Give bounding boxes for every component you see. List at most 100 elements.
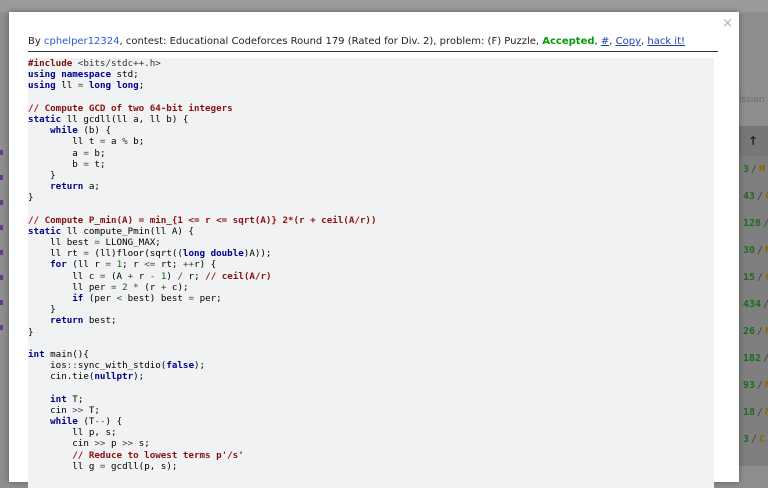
code-token: ll p, s; bbox=[28, 427, 117, 439]
author-link[interactable]: cphelper12324 bbox=[44, 36, 120, 47]
submission-source-modal: × By cphelper12324, contest: Educational… bbox=[9, 12, 739, 488]
code-token: } bbox=[28, 304, 56, 316]
code-token: long double bbox=[182, 248, 244, 260]
background-cell-separator: / bbox=[757, 326, 764, 337]
code-token: < bbox=[116, 292, 128, 304]
code-token: cin bbox=[28, 438, 95, 450]
code-token: b bbox=[28, 158, 84, 170]
close-icon[interactable]: × bbox=[722, 16, 733, 31]
code-token: static bbox=[28, 113, 67, 125]
background-left-markers bbox=[0, 150, 6, 350]
background-cells: 3/M43/C128/30/N15/C434/26/N182/93/M18/N3… bbox=[739, 156, 768, 453]
code-token: ++ bbox=[183, 259, 195, 271]
code-token: } bbox=[28, 326, 34, 338]
code-token: ) bbox=[166, 270, 178, 282]
code-token: = bbox=[110, 281, 123, 293]
background-cell: 3/C bbox=[739, 426, 768, 453]
code-token: per; bbox=[199, 292, 222, 304]
background-marker bbox=[0, 275, 3, 280]
code-token: <bits/stdc++.h> bbox=[77, 58, 161, 69]
code-token: return bbox=[50, 181, 89, 193]
code-token: while bbox=[50, 416, 84, 427]
code-token: gcdll(p, s); bbox=[111, 460, 178, 472]
code-line: ll g = gcdll(p, s); bbox=[28, 461, 714, 472]
copy-link[interactable]: Copy bbox=[616, 36, 641, 47]
background-cell-separator: / bbox=[757, 191, 764, 202]
code-token: = bbox=[188, 292, 200, 304]
contest-name: Educational Codeforces Round 179 (Rated … bbox=[169, 36, 434, 47]
code-token: // Compute P_min(A) = min_{1 <= r <= sqr… bbox=[28, 214, 377, 226]
contest-label: , contest: bbox=[119, 36, 170, 47]
code-line: } bbox=[28, 304, 714, 315]
background-cell-number: 43 bbox=[743, 191, 756, 202]
code-token: ; r bbox=[122, 259, 145, 271]
code-token: while bbox=[50, 125, 84, 137]
code-line: while (b) { bbox=[28, 125, 714, 136]
code-line: ios::sync_with_stdio(false); bbox=[28, 360, 714, 371]
code-line: } bbox=[28, 192, 714, 203]
background-cell-separator: / bbox=[763, 353, 768, 364]
code-line: // Compute P_min(A) = min_{1 <= r <= sqr… bbox=[28, 215, 714, 226]
background-cell: 26/N bbox=[739, 318, 768, 345]
code-token: % bbox=[122, 136, 134, 148]
code-line: } bbox=[28, 327, 714, 338]
background-marker bbox=[0, 175, 3, 180]
background-cell-number: 128 bbox=[743, 218, 762, 229]
background-cell-letter: M bbox=[759, 164, 766, 175]
code-line: return a; bbox=[28, 181, 714, 192]
code-token: s; bbox=[138, 438, 150, 450]
background-cell: 3/M bbox=[739, 156, 768, 183]
code-token: <= bbox=[144, 259, 161, 271]
problem-name: (F) Puzzle bbox=[487, 36, 536, 47]
background-cell: 18/N bbox=[739, 399, 768, 426]
hack-link[interactable]: hack it! bbox=[647, 36, 685, 47]
code-token: using bbox=[28, 80, 62, 92]
code-token: long long bbox=[88, 80, 139, 92]
background-cell-number: 18 bbox=[743, 407, 756, 418]
background-cell: 30/N bbox=[739, 237, 768, 264]
background-cell-separator: / bbox=[763, 218, 768, 229]
background-marker bbox=[0, 300, 3, 305]
code-token: (r bbox=[144, 281, 161, 293]
code-line: #include <bits/stdc++.h> bbox=[28, 58, 714, 69]
background-cell-separator: / bbox=[757, 380, 764, 391]
code-token: ll bbox=[61, 80, 78, 92]
background-cell: 93/M bbox=[739, 372, 768, 399]
code-token: c); bbox=[171, 281, 189, 293]
code-token: (ll)floor(sqrt(( bbox=[94, 248, 183, 260]
code-token: = bbox=[77, 80, 89, 92]
background-cell: 128/ bbox=[739, 210, 768, 237]
code-token: + bbox=[160, 281, 172, 293]
code-token: = bbox=[83, 248, 95, 260]
code-token: best; bbox=[88, 315, 117, 327]
background-cell-number: 93 bbox=[743, 380, 756, 391]
background-standings-column: ↑ 3/M43/C128/30/N15/C434/26/N182/93/M18/… bbox=[739, 126, 768, 466]
code-token: ll per bbox=[28, 281, 111, 293]
code-token: a; bbox=[88, 181, 100, 193]
code-token: ios bbox=[28, 360, 67, 372]
background-cell: 43/C bbox=[739, 183, 768, 210]
code-token: (ll r bbox=[72, 259, 106, 271]
code-token: >> bbox=[122, 438, 139, 450]
code-token: cin.tie( bbox=[28, 371, 95, 383]
code-token: = bbox=[94, 237, 106, 248]
code-token: 2 bbox=[122, 281, 134, 293]
source-code-block[interactable]: #include <bits/stdc++.h> using namespace … bbox=[28, 58, 714, 488]
code-token: false bbox=[166, 360, 194, 372]
code-token: r) { bbox=[194, 259, 217, 271]
code-token: >> bbox=[94, 438, 111, 450]
code-token: ll best bbox=[28, 237, 95, 248]
code-token: if bbox=[72, 292, 89, 304]
background-page-top bbox=[0, 0, 768, 12]
code-token: nullptr bbox=[94, 371, 134, 383]
background-cell-letter: C bbox=[759, 434, 766, 445]
background-cell-separator: / bbox=[763, 299, 768, 310]
code-line: int main(){ bbox=[28, 349, 714, 360]
